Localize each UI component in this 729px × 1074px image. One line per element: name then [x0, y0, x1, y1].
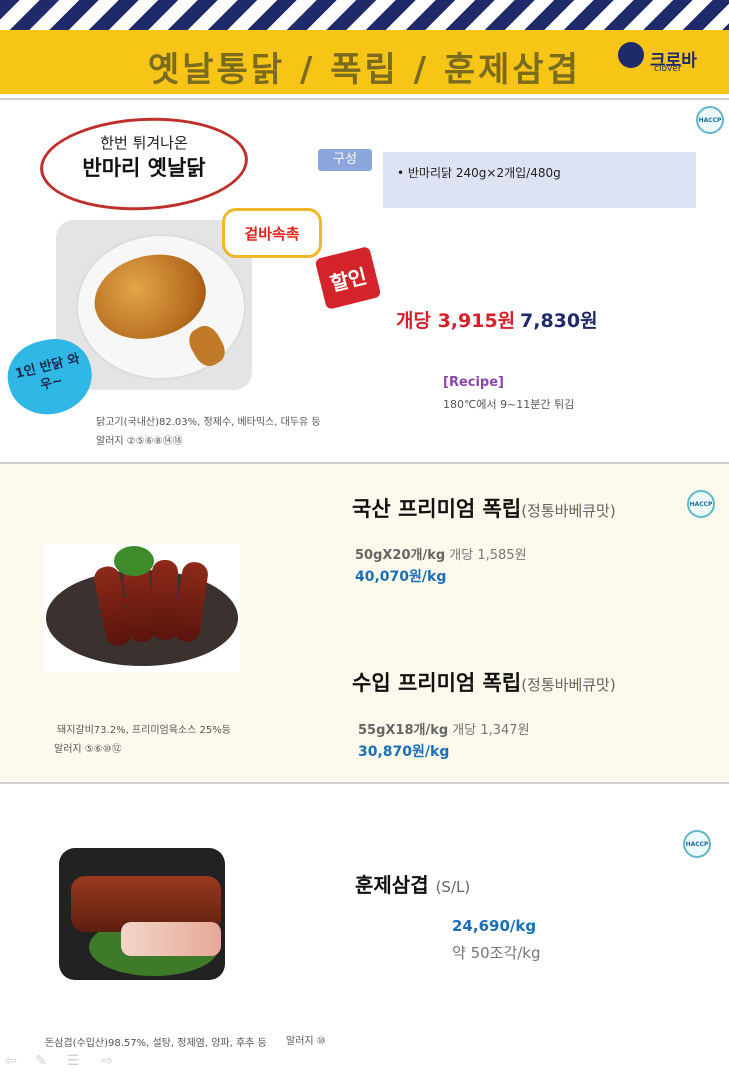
ingredients-text: 돈삼겹(수입산)98.57%, 설탕, 정제염, 양파, 후추 등: [45, 1038, 267, 1049]
bacon-photo: [59, 848, 225, 980]
recipe-title: [Recipe]: [443, 375, 504, 390]
logo-mark-icon: [618, 42, 644, 68]
recipe-text: 180℃에서 9~11분간 튀김: [443, 398, 575, 411]
allergens-text: 알러지 ⑩: [286, 1036, 326, 1047]
product-spec: 55gX18개/kg 개당 1,347원: [358, 723, 530, 738]
pen-icon[interactable]: ✎: [32, 1052, 50, 1070]
sale-stamp-icon: 할인: [314, 245, 382, 311]
haccp-badge-icon: HACCP: [683, 830, 711, 858]
product-name: 수입 프리미엄 폭립(정통바베큐맛): [352, 671, 616, 695]
product-price: 24,690/kg: [452, 917, 537, 935]
product-price: 30,870원/kg: [358, 744, 450, 760]
prev-arrow-icon[interactable]: ⇦: [2, 1052, 20, 1070]
oval-title: 반마리 옛날닭: [82, 156, 206, 180]
menu-icon[interactable]: ☰: [64, 1052, 82, 1070]
product-name: 훈제삼겹 (S/L): [355, 873, 471, 897]
clover-logo: 크로바 clover: [614, 40, 714, 74]
ingredients-text: 닭고기(국내산)82.03%, 정제수, 베타믹스, 대두유 등: [96, 417, 321, 428]
header-stripe: [0, 0, 729, 30]
piece-count: 약 50조각/kg: [452, 944, 541, 962]
logo-subtext: clover: [654, 64, 682, 74]
product-price: 40,070원/kg: [355, 569, 447, 585]
haccp-badge-icon: HACCP: [687, 490, 715, 518]
product-name: 국산 프리미엄 폭립(정통바베큐맛): [352, 497, 616, 521]
allergens-text: 알러지 ⑤⑥⑩⑫: [54, 744, 122, 755]
divider: [0, 98, 729, 100]
divider: [0, 782, 729, 784]
composition-box: • 반마리닭 240g×2개입/480g: [383, 152, 696, 208]
next-arrow-icon[interactable]: ⇨: [98, 1052, 116, 1070]
product-spec: 50gX20개/kg 개당 1,585원: [355, 548, 527, 563]
price-each: 개당 3,915원: [396, 310, 516, 332]
haccp-badge-icon: HACCP: [696, 106, 724, 134]
speech-bubble: 겉바속촉: [222, 208, 322, 258]
ribs-photo: [44, 544, 240, 672]
composition-tag: 구성: [318, 149, 372, 171]
ingredients-text: 돼지갈비73.2%, 프리미엄육소스 25%등: [57, 725, 231, 736]
price-total: 7,830원: [520, 310, 598, 332]
oval-subtitle: 한번 튀겨나온: [100, 134, 188, 152]
allergens-text: 알러지 ②⑤⑥⑧⑭⑱: [96, 436, 183, 447]
